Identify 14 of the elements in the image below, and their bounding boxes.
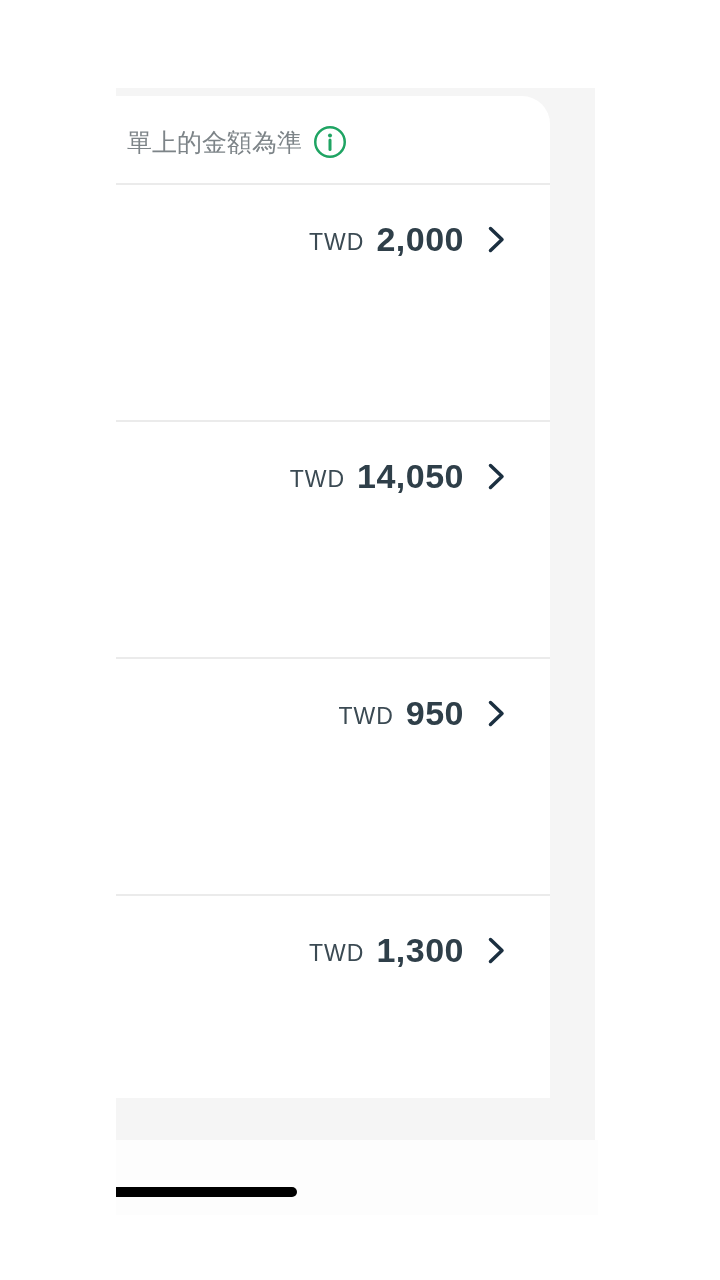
amount-value: 1,300 (376, 930, 464, 970)
notice-text: 單上的金額為準 (127, 126, 302, 157)
info-icon[interactable] (314, 125, 346, 158)
amount-value: 14,050 (357, 456, 464, 496)
currency-label: TWD (289, 465, 345, 493)
currency-label: TWD (309, 228, 365, 256)
currency-label: TWD (338, 702, 394, 730)
amount-value: 950 (405, 693, 464, 733)
currency-label: TWD (309, 939, 365, 967)
amount-value: 2,000 (376, 219, 464, 259)
chevron-right-icon[interactable] (488, 699, 505, 727)
chevron-right-icon[interactable] (488, 225, 505, 253)
chevron-right-icon[interactable] (488, 462, 505, 490)
chevron-right-icon[interactable] (488, 936, 505, 964)
